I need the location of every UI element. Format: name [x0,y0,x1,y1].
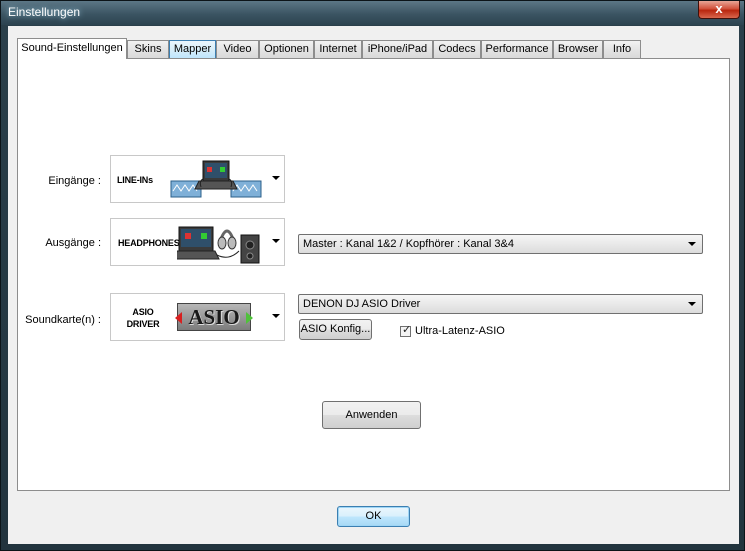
outputs-image-text: HEADPHONES [118,238,180,248]
soundcard-driver-value: DENON DJ ASIO Driver [303,298,421,310]
tab-video[interactable]: Video [216,40,259,58]
chevron-down-icon [688,302,696,306]
output-routing-select[interactable]: Master : Kanal 1&2 / Kopfhörer : Kanal 3… [298,234,703,254]
tab-info[interactable]: Info [603,40,641,58]
ok-button[interactable]: OK [337,506,410,527]
ultra-latency-checkbox[interactable]: ✓ [400,324,412,337]
inputs-label: Eingänge : [48,175,101,187]
window-title: Einstellungen [8,5,81,19]
soundcard-image-text-1: ASIO [132,307,154,317]
chevron-down-icon [688,242,696,246]
asio-config-button[interactable]: ASIO Konfig... [299,319,372,340]
tab-skins[interactable]: Skins [127,40,169,58]
asio-logo-icon: ASIO [175,303,253,331]
soundcard-label: Soundkarte(n) : [25,314,101,326]
outputs-label: Ausgänge : [45,237,101,249]
inputs-image-combo[interactable]: LINE-INs [110,155,285,203]
soundcard-image-text-2: DRIVER [126,319,160,329]
inputs-image-text: LINE-INs [117,175,153,185]
dialog-client: Sound-Einstellungen Skins Mapper Video O… [8,26,739,544]
tab-mapper[interactable]: Mapper [169,40,216,58]
close-button[interactable]: x [698,1,740,19]
soundcard-image-combo[interactable]: ASIO DRIVER ASIO [110,293,285,341]
chevron-down-icon [272,239,280,243]
tab-browser[interactable]: Browser [553,40,603,58]
headphones-laptop-speaker-icon [177,226,260,264]
outputs-image-combo[interactable]: HEADPHONES [110,218,285,266]
apply-button[interactable]: Anwenden [322,401,421,429]
asio-logo-text: ASIO [188,305,240,329]
tab-performance[interactable]: Performance [481,40,553,58]
tab-sound-settings[interactable]: Sound-Einstellungen [17,38,127,59]
title-bar[interactable]: Einstellungen x [1,1,744,25]
ultra-latency-label[interactable]: Ultra-Latenz-ASIO [415,325,505,337]
tab-internet[interactable]: Internet [314,40,362,58]
output-routing-value: Master : Kanal 1&2 / Kopfhörer : Kanal 3… [303,238,514,250]
chevron-down-icon [272,314,280,318]
tab-codecs[interactable]: Codecs [433,40,481,58]
soundcard-driver-select[interactable]: DENON DJ ASIO Driver [298,294,703,314]
check-icon: ✓ [402,324,412,336]
sound-settings-panel: Eingänge : LINE-INs Ausgänge: HEADPHONE… [17,58,730,491]
tab-options[interactable]: Optionen [259,40,314,58]
settings-window: Einstellungen x Sound-Einstellungen Skin… [0,0,745,551]
tab-iphone-ipad[interactable]: iPhone/iPad [362,40,433,58]
line-in-laptop-icon [170,160,262,198]
chevron-down-icon [272,176,280,180]
